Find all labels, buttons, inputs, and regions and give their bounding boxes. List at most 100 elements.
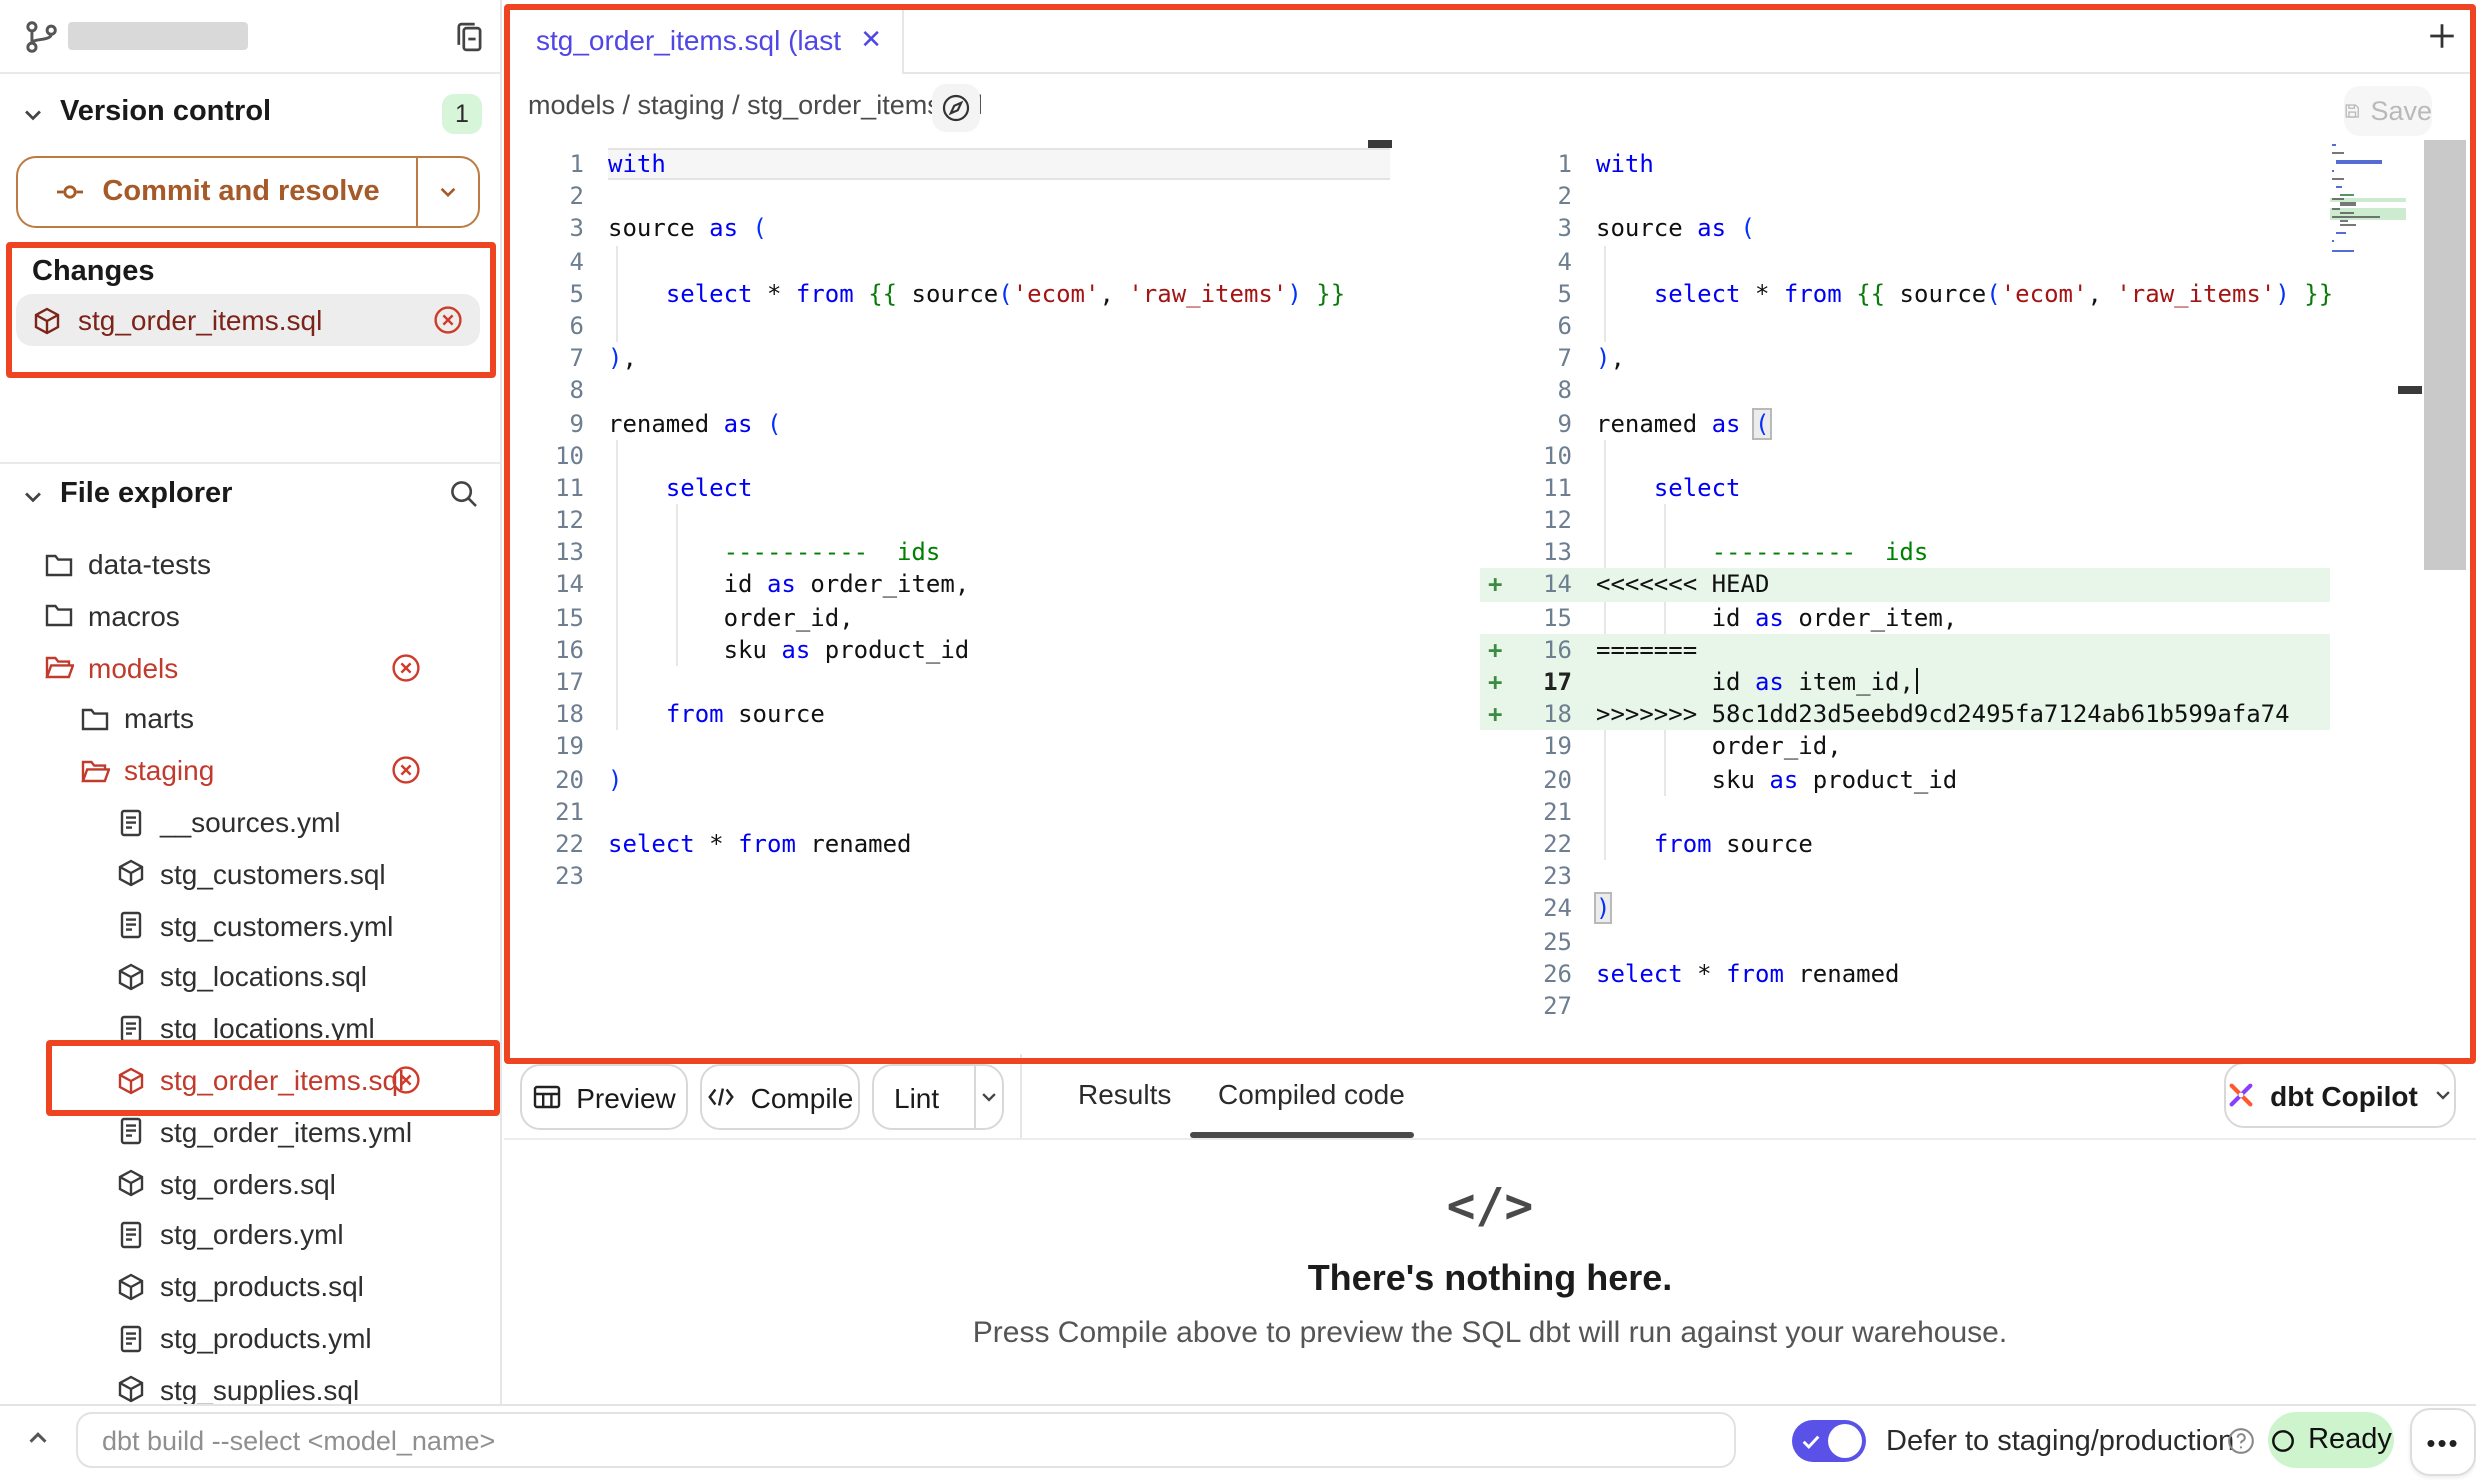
- scrollbar-thumb[interactable]: [2424, 140, 2466, 570]
- file-explorer-chevron-icon[interactable]: [20, 484, 46, 510]
- version-control-chevron-icon[interactable]: [20, 102, 46, 128]
- file-explorer-item-stg-customers-yml[interactable]: stg_customers.yml: [0, 901, 500, 949]
- code-line[interactable]: + 18>>>>>>> 58c1dd23d5eebd9cd2495fa7124a…: [1480, 698, 2330, 730]
- code-line[interactable]: 4: [1480, 245, 2330, 277]
- file-explorer-item-stg-products-yml[interactable]: stg_products.yml: [0, 1314, 500, 1362]
- code-line[interactable]: 20 sku as product_id: [1480, 763, 2330, 795]
- code-line[interactable]: 5 select * from {{ source('ecom', 'raw_i…: [504, 278, 1390, 310]
- search-icon[interactable]: [448, 478, 480, 510]
- file-explorer-item-stg-products-sql[interactable]: stg_products.sql: [0, 1262, 500, 1310]
- preview-button[interactable]: Preview: [520, 1064, 688, 1130]
- commit-and-resolve-main[interactable]: Commit and resolve: [18, 158, 416, 226]
- tab-compiled-code[interactable]: Compiled code: [1218, 1078, 1405, 1110]
- discard-change-icon[interactable]: [390, 754, 422, 786]
- lint-button[interactable]: Lint: [872, 1064, 1004, 1130]
- code-line[interactable]: 26select * from renamed: [1480, 957, 2330, 989]
- dbt-command-input[interactable]: dbt build --select <model_name>: [76, 1412, 1736, 1468]
- code-line[interactable]: 15 order_id,: [504, 601, 1390, 633]
- code-line[interactable]: 9renamed as (: [504, 407, 1390, 439]
- code-line[interactable]: 2: [504, 180, 1390, 212]
- file-explorer-item-stg-order-items-sql[interactable]: stg_order_items.sql: [0, 1056, 500, 1104]
- code-line[interactable]: 13 ---------- ids: [1480, 537, 2330, 569]
- defer-toggle[interactable]: [1792, 1420, 1866, 1462]
- code-line[interactable]: 1with: [504, 148, 1390, 180]
- file-explorer-item-macros[interactable]: macros: [0, 592, 500, 640]
- more-options-button[interactable]: •••: [2410, 1408, 2476, 1476]
- code-line[interactable]: 12: [504, 504, 1390, 536]
- file-explorer-item-stg-locations-yml[interactable]: stg_locations.yml: [0, 1004, 500, 1052]
- code-line[interactable]: 3source as (: [504, 213, 1390, 245]
- commit-and-resolve-button[interactable]: Commit and resolve: [16, 156, 480, 228]
- code-line[interactable]: 21: [504, 796, 1390, 828]
- code-line[interactable]: 19: [504, 731, 1390, 763]
- file-explorer-item-stg-orders-sql[interactable]: stg_orders.sql: [0, 1159, 500, 1207]
- code-line[interactable]: 25: [1480, 925, 2330, 957]
- file-explorer-item-marts[interactable]: marts: [0, 695, 500, 743]
- code-line[interactable]: 6: [504, 310, 1390, 342]
- code-line[interactable]: 15 id as order_item,: [1480, 601, 2330, 633]
- code-line[interactable]: 8: [1480, 375, 2330, 407]
- code-line[interactable]: 7),: [1480, 342, 2330, 374]
- changed-file-row[interactable]: stg_order_items.sql: [16, 294, 480, 346]
- file-explorer-item-stg-customers-sql[interactable]: stg_customers.sql: [0, 850, 500, 898]
- tab-close-icon[interactable]: ✕: [860, 24, 882, 56]
- code-line[interactable]: 1with: [1480, 148, 2330, 180]
- discard-change-icon[interactable]: [390, 1064, 422, 1096]
- save-button[interactable]: Save: [2344, 86, 2432, 136]
- compile-button[interactable]: Compile: [700, 1064, 860, 1130]
- code-line[interactable]: 27: [1480, 990, 2330, 1022]
- code-line[interactable]: 11 select: [504, 472, 1390, 504]
- code-line[interactable]: 22select * from renamed: [504, 828, 1390, 860]
- code-line[interactable]: 10: [504, 439, 1390, 471]
- file-explorer-item--sources-yml[interactable]: __sources.yml: [0, 798, 500, 846]
- code-line[interactable]: 22 from source: [1480, 828, 2330, 860]
- new-tab-icon[interactable]: [2426, 20, 2458, 52]
- code-line[interactable]: 17: [504, 666, 1390, 698]
- code-line[interactable]: 23: [504, 860, 1390, 892]
- code-line[interactable]: 24): [1480, 893, 2330, 925]
- file-explorer-item-models[interactable]: models: [0, 643, 500, 691]
- commit-dropdown-button[interactable]: [416, 158, 478, 226]
- file-explorer-item-stg-locations-sql[interactable]: stg_locations.sql: [0, 953, 500, 1001]
- code-line[interactable]: 5 select * from {{ source('ecom', 'raw_i…: [1480, 278, 2330, 310]
- code-line[interactable]: + 17 id as item_id,: [1480, 666, 2330, 698]
- code-line[interactable]: 12: [1480, 504, 2330, 536]
- code-line[interactable]: + 16=======: [1480, 634, 2330, 666]
- code-line[interactable]: 20): [504, 763, 1390, 795]
- lint-label[interactable]: Lint: [874, 1081, 959, 1113]
- code-line[interactable]: 19 order_id,: [1480, 731, 2330, 763]
- minimap[interactable]: [2330, 144, 2406, 264]
- code-line[interactable]: 4: [504, 245, 1390, 277]
- editor-pane-modified[interactable]: 1with 2 3source as ( 4 5 select * from {…: [1480, 148, 2330, 1022]
- code-line[interactable]: 18 from source: [504, 698, 1390, 730]
- code-line[interactable]: 10: [1480, 439, 2330, 471]
- code-line[interactable]: 14 id as order_item,: [504, 569, 1390, 601]
- code-line[interactable]: 2: [1480, 180, 2330, 212]
- editor-pane-original[interactable]: 1with23source as (45 select * from {{ so…: [504, 148, 1390, 893]
- status-badge-ready[interactable]: Ready: [2268, 1412, 2394, 1468]
- code-line[interactable]: 7),: [504, 342, 1390, 374]
- lineage-compass-icon[interactable]: [932, 84, 980, 132]
- help-icon[interactable]: [2226, 1426, 2256, 1456]
- code-line[interactable]: 23: [1480, 860, 2330, 892]
- code-line[interactable]: + 14<<<<<<< HEAD: [1480, 569, 2330, 601]
- code-line[interactable]: 8: [504, 375, 1390, 407]
- tab-results[interactable]: Results: [1078, 1078, 1171, 1110]
- code-line[interactable]: 6: [1480, 310, 2330, 342]
- collapse-panel-chevron-icon[interactable]: [24, 1424, 52, 1452]
- copy-files-icon[interactable]: [452, 20, 486, 54]
- discard-change-icon[interactable]: [432, 304, 464, 336]
- code-line[interactable]: 3source as (: [1480, 213, 2330, 245]
- lint-dropdown-button[interactable]: [973, 1066, 1002, 1128]
- tab-stg-order-items[interactable]: stg_order_items.sql (last c... ✕: [510, 6, 904, 74]
- code-line[interactable]: 16 sku as product_id: [504, 634, 1390, 666]
- code-line[interactable]: 21: [1480, 796, 2330, 828]
- file-explorer-item-staging[interactable]: staging: [0, 746, 500, 794]
- dbt-copilot-button[interactable]: dbt Copilot: [2224, 1062, 2456, 1128]
- code-line[interactable]: 13 ---------- ids: [504, 537, 1390, 569]
- code-line[interactable]: 11 select: [1480, 472, 2330, 504]
- file-explorer-item-stg-orders-yml[interactable]: stg_orders.yml: [0, 1211, 500, 1259]
- code-line[interactable]: 9renamed as (: [1480, 407, 2330, 439]
- file-explorer-item-stg-order-items-yml[interactable]: stg_order_items.yml: [0, 1108, 500, 1156]
- discard-change-icon[interactable]: [390, 651, 422, 683]
